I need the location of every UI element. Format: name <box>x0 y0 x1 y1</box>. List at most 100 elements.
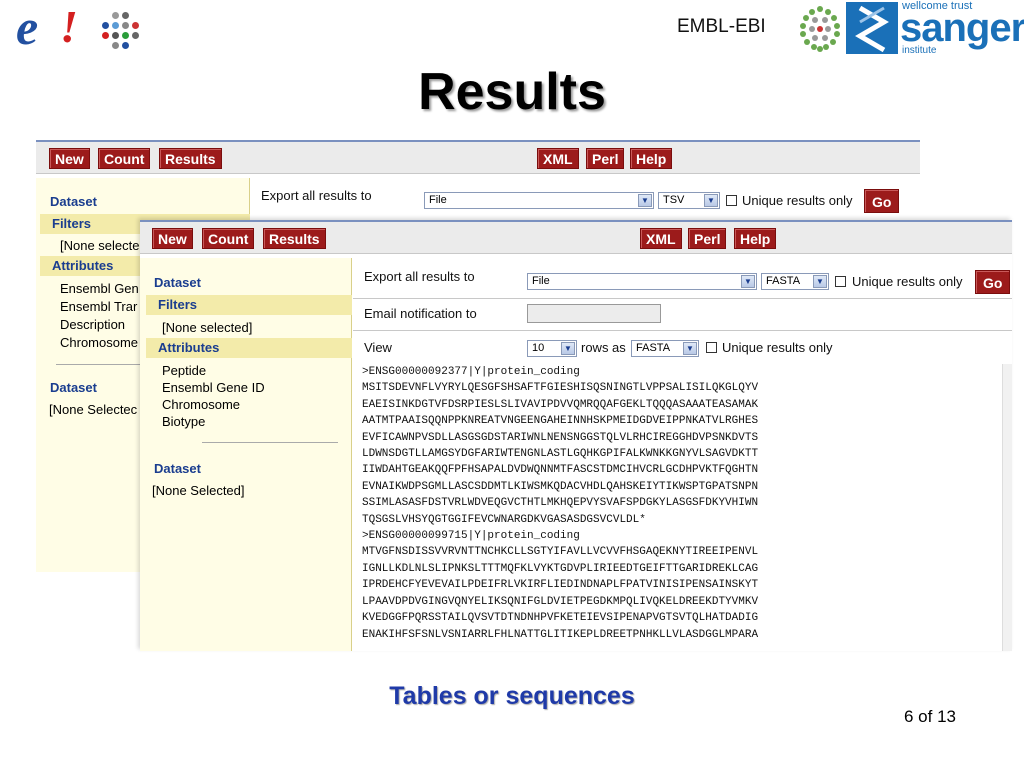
sequence-line: TQSGSLVHSYQGTGGIFEVCWNARGDKVGASASDGSVCVL… <box>362 513 646 526</box>
new-button[interactable]: New <box>152 228 193 249</box>
export-value: File <box>532 275 550 287</box>
ensembl-e-glyph: e <box>16 0 39 55</box>
sequence-line: EVNAIKWDPSGMLLASCSDDMTLKIWSMKQDACVHDLQAH… <box>362 480 759 493</box>
chevron-down-icon: ▼ <box>704 194 718 207</box>
sequence-line: MSITSDEVNFLVYRYLQESGFSHSAFTFGIESHISQSNIN… <box>362 382 759 395</box>
unique-label: Unique results only <box>852 274 963 289</box>
view-count-select[interactable]: 10 ▼ <box>527 340 577 357</box>
dataset2-heading[interactable]: Dataset <box>147 459 201 479</box>
chevron-down-icon: ▼ <box>638 194 652 207</box>
view-unique-checkbox[interactable] <box>706 342 717 353</box>
sequence-line: IPRDEHCFYEVEVAILPDEIFRLVKIRFLIEDINDNAPLF… <box>362 579 759 592</box>
view-format-value: FASTA <box>636 342 671 354</box>
count-button[interactable]: Count <box>202 228 255 249</box>
back-attr-item: Ensembl Trar <box>60 299 138 314</box>
back-format-select[interactable]: TSV ▼ <box>658 192 720 209</box>
ensembl-logo: e ! <box>16 0 146 56</box>
front-left-panel: Dataset Filters [None selected] Attribut… <box>140 258 352 651</box>
sequence-line: LDWNSDGTLLAMGSYDGFARIWTENGNLASTLGQHKGPIF… <box>362 448 759 461</box>
options-divider <box>353 330 1012 331</box>
back-attr-item: Ensembl Gen <box>60 281 139 296</box>
format-value: FASTA <box>766 275 801 287</box>
attr-item: Peptide <box>162 363 207 378</box>
sequence-header-line: >ENSG00000092377|Y|protein_coding <box>362 366 580 378</box>
back-attr-item: Chromosome <box>60 335 139 350</box>
view-unique-label: Unique results only <box>722 340 833 355</box>
chevron-down-icon: ▼ <box>813 275 827 288</box>
back-new-button[interactable]: New <box>49 148 90 169</box>
attr-item: Biotype <box>162 414 206 429</box>
xml-button[interactable]: XML <box>640 228 682 249</box>
back-results-button[interactable]: Results <box>159 148 222 169</box>
sequence-line: KVEDGGFPQRSSTAILQVSVTDTNDNHPVFKETEIEVSIP… <box>362 612 759 625</box>
chevron-down-icon: ▼ <box>561 342 575 355</box>
sequence-line: SSIMLASASFDSTVRLWDVEQGVCTHTLMKHQEPVYSVAF… <box>362 497 759 510</box>
back-count-button[interactable]: Count <box>98 148 151 169</box>
view-count-value: 10 <box>532 342 545 354</box>
sequence-line: MTVGFNSDISSVVRVNTTNCHKCLLSGTYIFAVLLVCVVF… <box>362 546 759 559</box>
back-dataset2-heading[interactable]: Dataset <box>43 378 97 398</box>
format-select[interactable]: FASTA ▼ <box>761 273 829 290</box>
options-divider <box>353 298 1012 299</box>
unique-checkbox[interactable] <box>835 276 846 287</box>
sequence-line: IGNLLKDLNLSLIPNKSLTTTMQFKLVYKTGDVPLIRIEE… <box>362 562 759 575</box>
view-format-select[interactable]: FASTA ▼ <box>631 340 699 357</box>
export-label: Export all results to <box>364 269 475 284</box>
back-export-value: File <box>429 194 447 206</box>
filters-heading[interactable]: Filters <box>146 295 352 315</box>
sequence-scrollbar[interactable] <box>1002 364 1012 651</box>
sanger-helix-icon <box>846 2 898 54</box>
perl-button[interactable]: Perl <box>688 228 727 249</box>
go-button[interactable]: Go <box>975 270 1011 294</box>
back-attr-item: Description <box>60 317 126 332</box>
sequence-line: LPAAVDPDVGINGVQNYELIKSQNIFGLDVIETPEGDKMP… <box>362 595 759 608</box>
rows-as-label: rows as <box>581 340 626 355</box>
back-dataset2-value: [None Selectec <box>49 402 138 417</box>
back-perl-button[interactable]: Perl <box>586 148 625 169</box>
dataset-heading[interactable]: Dataset <box>147 273 201 293</box>
chevron-down-icon: ▼ <box>741 275 755 288</box>
back-unique-label: Unique results only <box>742 193 853 208</box>
panel-divider <box>202 442 338 443</box>
email-input[interactable] <box>527 304 661 323</box>
sequence-header-line: >ENSG00000099715|Y|protein_coding <box>362 530 580 543</box>
sanger-institute-logo: wellcome trust sanger institute <box>846 0 1024 56</box>
sequence-line: EVFICAWNPVSDLLASGSGDSTARIWNLNENSNGGSTQLV… <box>362 431 759 444</box>
ensembl-bang-glyph: ! <box>60 1 78 52</box>
email-label: Email notification to <box>364 306 477 321</box>
sanger-sub-text: institute <box>902 45 937 56</box>
back-go-button[interactable]: Go <box>864 189 900 213</box>
sequence-line: AATMTPAAISQQNPPKNREATVNGEENGAHEINNHSKPME… <box>362 415 759 428</box>
view-label: View <box>364 340 392 355</box>
slide-caption: Tables or sequences <box>389 682 635 710</box>
front-toolbar: New Count Results XML Perl Help <box>140 220 1012 254</box>
chevron-down-icon: ▼ <box>683 342 697 355</box>
attr-item: Ensembl Gene ID <box>162 380 265 395</box>
back-export-select[interactable]: File ▼ <box>424 192 654 209</box>
embl-ebi-logo-icon <box>800 6 840 52</box>
back-format-value: TSV <box>663 194 685 206</box>
sequence-text: >ENSG00000092377|Y|protein_coding MSITSDE… <box>362 364 758 643</box>
sequence-output: >ENSG00000092377|Y|protein_coding MSITSDE… <box>360 364 1004 651</box>
back-dataset-heading[interactable]: Dataset <box>43 192 97 212</box>
filters-value: [None selected] <box>162 320 253 335</box>
sequence-line: ENAKIHFSFSNLVSNIARRLFHLNATTGLITIKEPLDREE… <box>362 628 759 641</box>
back-xml-button[interactable]: XML <box>537 148 579 169</box>
back-unique-checkbox[interactable] <box>726 195 737 206</box>
export-select[interactable]: File ▼ <box>527 273 757 290</box>
attributes-heading[interactable]: Attributes <box>146 338 352 358</box>
help-button[interactable]: Help <box>734 228 777 249</box>
slide-title: Results <box>418 63 606 121</box>
sequence-line: EAEISINKDGTVFDSRPIESLSLIVAVIPDVVQMRQQAFG… <box>362 398 759 411</box>
back-filters-value: [None selecte <box>60 238 140 253</box>
results-button[interactable]: Results <box>263 228 326 249</box>
back-export-label: Export all results to <box>261 188 372 203</box>
dataset2-value: [None Selected] <box>152 483 245 498</box>
back-help-button[interactable]: Help <box>630 148 673 169</box>
ensembl-dot-icon <box>102 12 139 49</box>
page-number: 6 of 13 <box>904 707 956 726</box>
front-martview-window: New Count Results XML Perl Help Dataset … <box>140 220 1012 651</box>
attr-item: Chromosome <box>162 397 241 412</box>
sequence-line: IIWDAHTGEAKQQFPFHSAPALDVDWQNNMTFASCSTDMC… <box>362 464 759 477</box>
back-toolbar: New Count Results XML Perl Help <box>36 140 920 174</box>
